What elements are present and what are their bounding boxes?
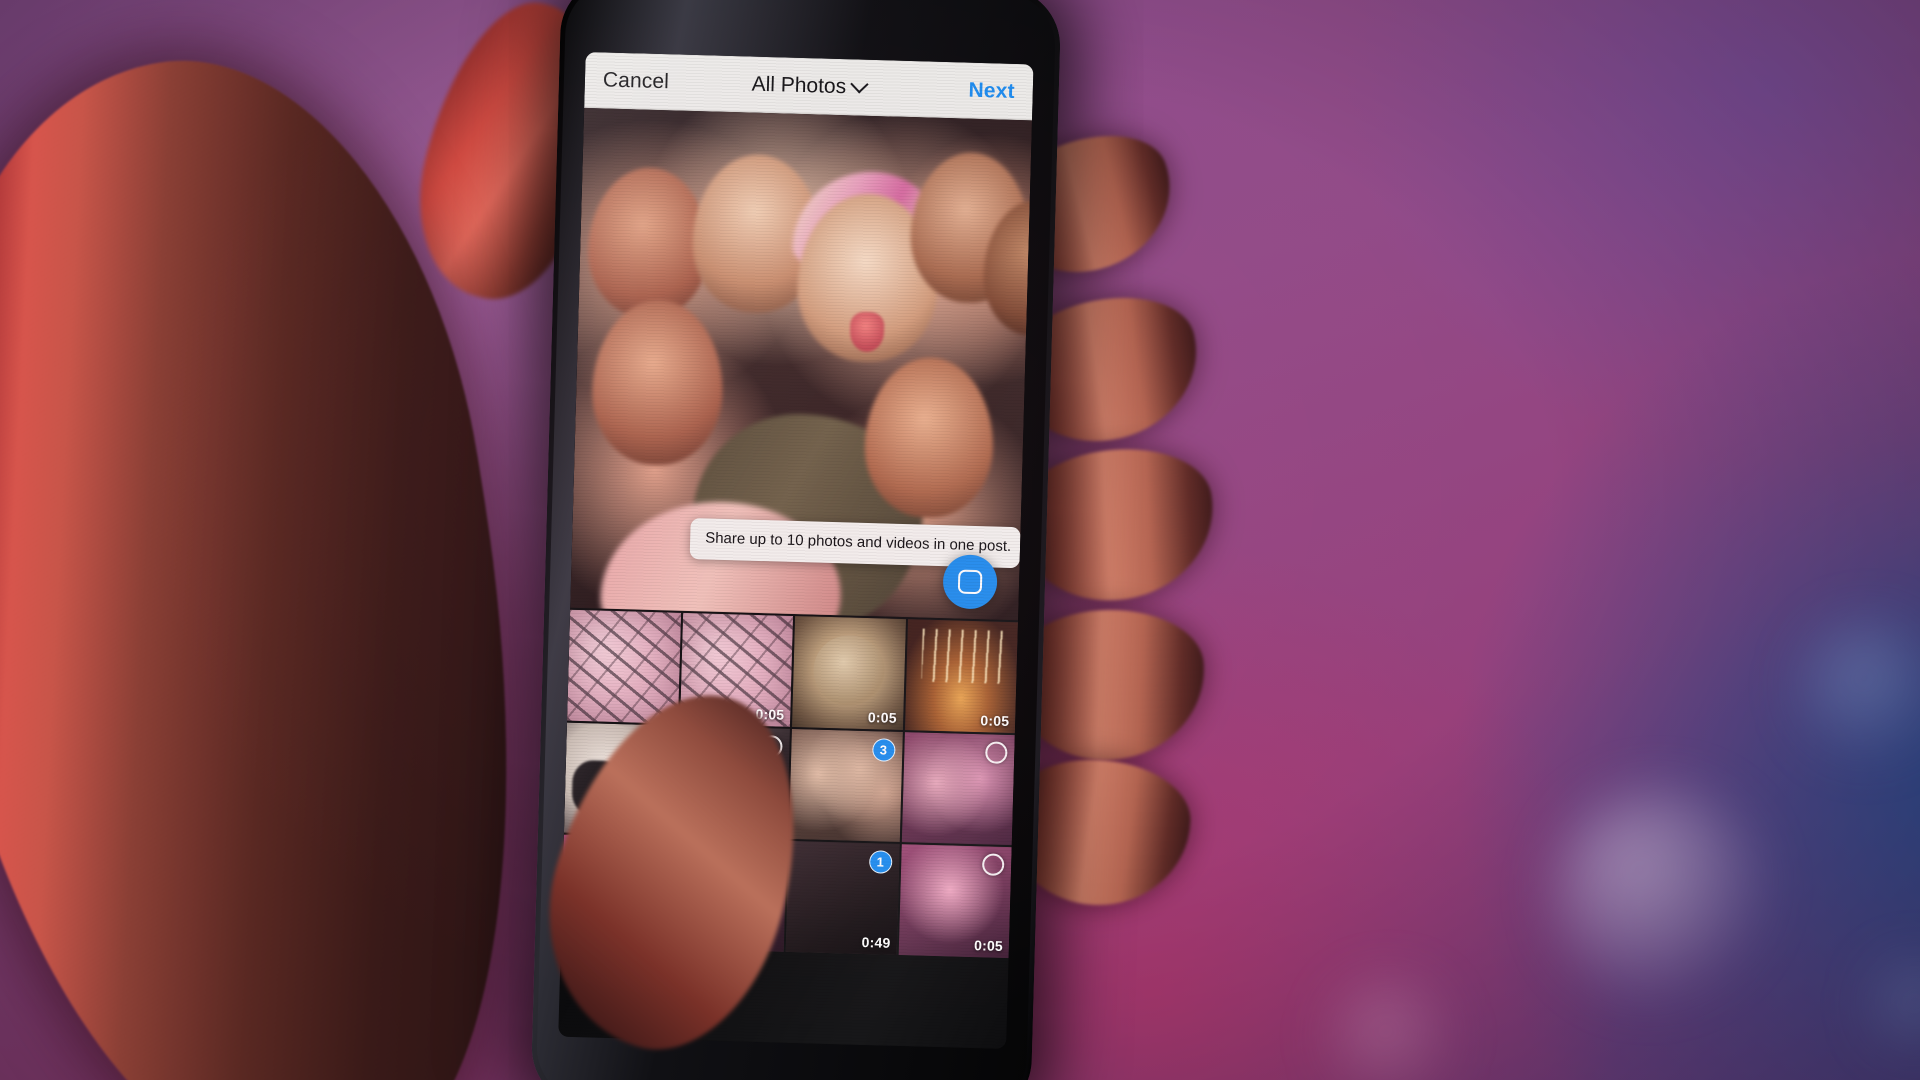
- scene-root: Cancel All Photos Next Share up to 10 ph…: [0, 0, 1920, 1080]
- carousel-square-icon: [957, 569, 983, 595]
- thumbnail-item[interactable]: 0:05: [898, 844, 1012, 958]
- video-duration-label: 0:05: [980, 711, 1010, 729]
- thumbnail-image: [567, 609, 681, 724]
- thumbnail-item[interactable]: 1 0:49: [785, 840, 900, 955]
- thumbnail-item[interactable]: [567, 609, 681, 724]
- video-duration-label: 0:05: [867, 708, 898, 726]
- thumbnail-item[interactable]: 0:05: [791, 616, 906, 730]
- chevron-down-icon: [850, 75, 869, 94]
- thumbnail-item[interactable]: 0:05: [904, 619, 1018, 733]
- selection-circle-icon[interactable]: [985, 740, 1008, 764]
- photo-preview[interactable]: Share up to 10 photos and videos in one …: [570, 107, 1033, 621]
- selection-order-badge[interactable]: 3: [871, 737, 896, 762]
- video-duration-label: 0:05: [973, 936, 1004, 954]
- album-title: All Photos: [751, 72, 847, 98]
- next-button[interactable]: Next: [968, 78, 1015, 103]
- thumbnail-item[interactable]: [901, 731, 1015, 846]
- selection-order-badge[interactable]: 1: [868, 850, 893, 874]
- video-duration-label: 0:49: [861, 933, 891, 951]
- cancel-button[interactable]: Cancel: [603, 68, 670, 94]
- thumbnail-item[interactable]: 3: [788, 728, 903, 842]
